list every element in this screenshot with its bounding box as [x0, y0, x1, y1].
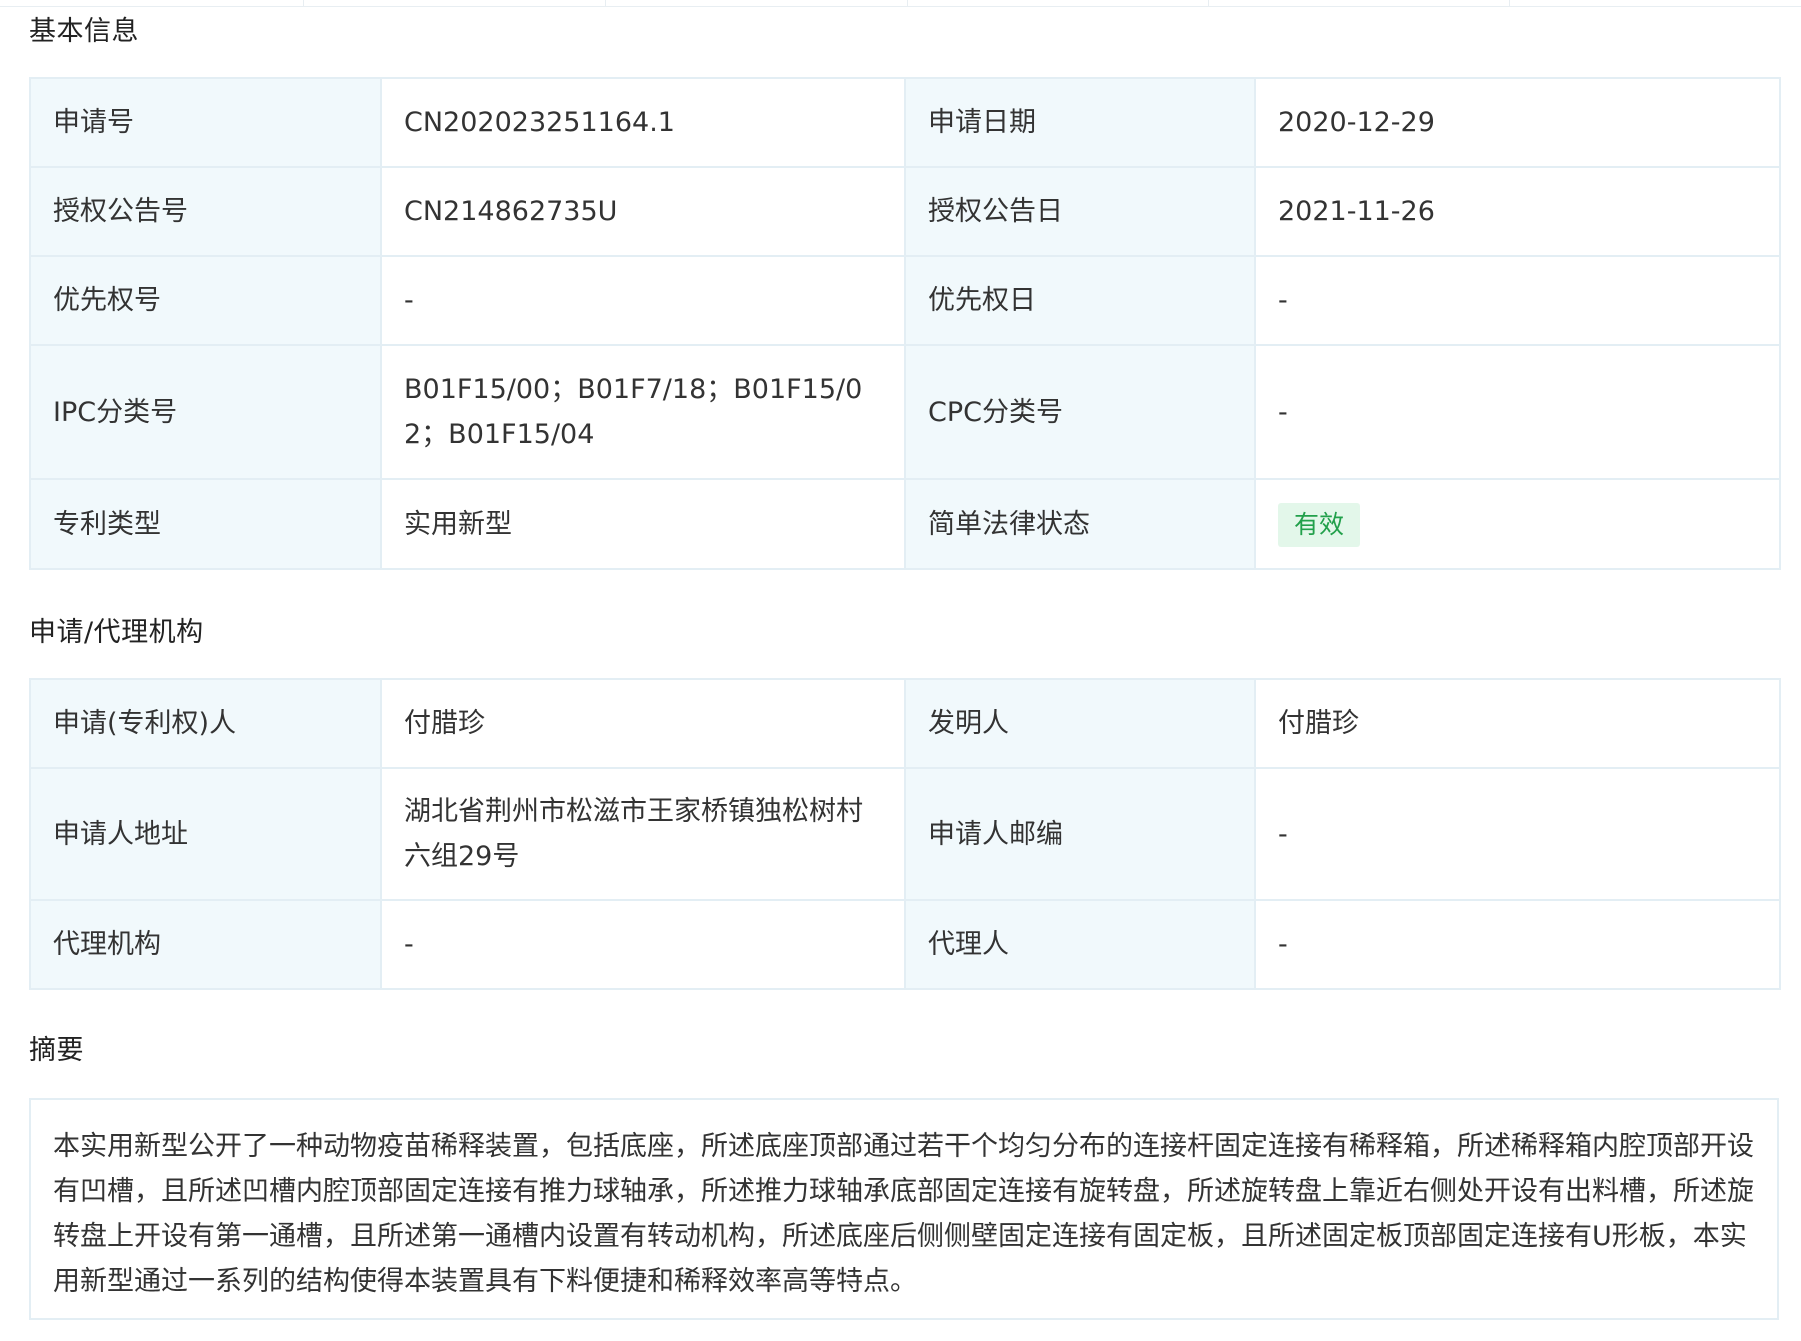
field-label: 专利类型 [29, 478, 382, 570]
table-row: 代理机构 - 代理人 - [29, 899, 1781, 990]
field-label: 申请(专利权)人 [29, 678, 382, 769]
tab-divider [907, 0, 908, 6]
abstract-text: 本实用新型公开了一种动物疫苗稀释装置，包括底座，所述底座顶部通过若干个均匀分布的… [29, 1098, 1779, 1320]
field-label: 发明人 [904, 678, 1256, 769]
table-row: 授权公告号 CN214862735U 授权公告日 2021-11-26 [29, 166, 1781, 257]
ipc-classification: B01F15/00；B01F7/18；B01F15/02；B01F15/04 [380, 344, 906, 480]
table-row: IPC分类号 B01F15/00；B01F7/18；B01F15/02；B01F… [29, 344, 1781, 480]
table-row: 申请号 CN202023251164.1 申请日期 2020-12-29 [29, 77, 1781, 168]
abstract-title: 摘要 [29, 1035, 84, 1066]
basic-info-title: 基本信息 [29, 16, 139, 47]
basic-info-table: 申请号 CN202023251164.1 申请日期 2020-12-29 授权公… [29, 77, 1781, 570]
tab-divider [1509, 0, 1510, 6]
priority-date: - [1254, 255, 1781, 346]
field-label: 简单法律状态 [904, 478, 1256, 570]
field-label: CPC分类号 [904, 344, 1256, 480]
agency-title: 申请/代理机构 [29, 617, 204, 648]
table-row: 申请人地址 湖北省荆州市松滋市王家桥镇独松树村六组29号 申请人邮编 - [29, 767, 1781, 901]
application-date: 2020-12-29 [1254, 77, 1781, 168]
agency-name: - [380, 899, 906, 990]
field-label: 授权公告日 [904, 166, 1256, 257]
field-label: 申请号 [29, 77, 382, 168]
table-row: 优先权号 - 优先权日 - [29, 255, 1781, 346]
cpc-classification: - [1254, 344, 1781, 480]
applicant: 付腊珍 [380, 678, 906, 769]
field-label: 申请日期 [904, 77, 1256, 168]
field-label: 授权公告号 [29, 166, 382, 257]
priority-number: - [380, 255, 906, 346]
agent: - [1254, 899, 1781, 990]
table-row: 专利类型 实用新型 简单法律状态 有效 [29, 478, 1781, 570]
field-label: 申请人邮编 [904, 767, 1256, 901]
patent-type: 实用新型 [380, 478, 906, 570]
field-label: IPC分类号 [29, 344, 382, 480]
agency-table: 申请(专利权)人 付腊珍 发明人 付腊珍 申请人地址 湖北省荆州市松滋市王家桥镇… [29, 678, 1781, 990]
field-label: 代理机构 [29, 899, 382, 990]
tab-divider [303, 0, 304, 6]
legal-status-cell: 有效 [1254, 478, 1781, 570]
field-label: 优先权号 [29, 255, 382, 346]
field-label: 申请人地址 [29, 767, 382, 901]
grant-publication-number: CN214862735U [380, 166, 906, 257]
top-tab-strip [0, 0, 1801, 7]
tab-divider [605, 0, 606, 6]
grant-publication-date: 2021-11-26 [1254, 166, 1781, 257]
table-row: 申请(专利权)人 付腊珍 发明人 付腊珍 [29, 678, 1781, 769]
inventor: 付腊珍 [1254, 678, 1781, 769]
field-label: 代理人 [904, 899, 1256, 990]
status-badge: 有效 [1278, 502, 1361, 547]
application-number: CN202023251164.1 [380, 77, 906, 168]
tab-divider [1208, 0, 1209, 6]
applicant-postcode: - [1254, 767, 1781, 901]
field-label: 优先权日 [904, 255, 1256, 346]
applicant-address: 湖北省荆州市松滋市王家桥镇独松树村六组29号 [380, 767, 906, 901]
